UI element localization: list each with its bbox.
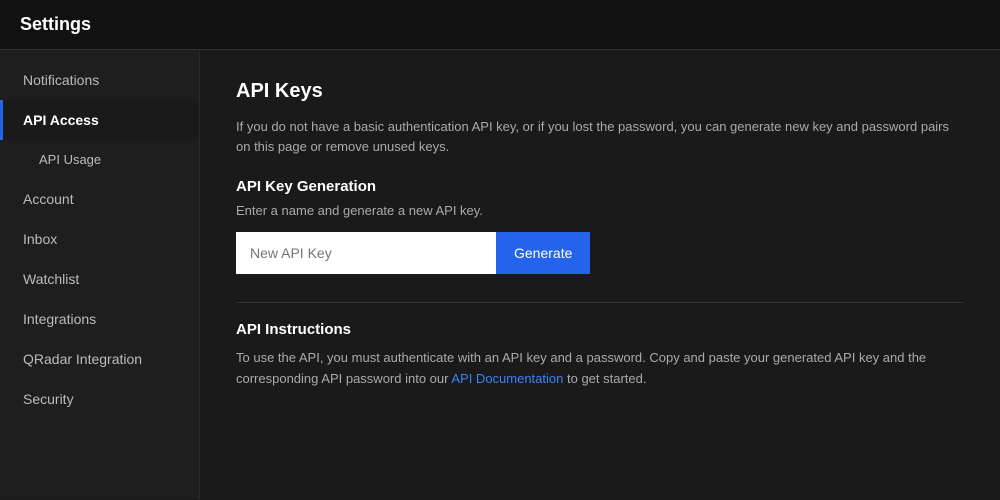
generate-button[interactable]: Generate bbox=[496, 232, 590, 274]
sidebar-item-api-access[interactable]: API Access bbox=[0, 100, 199, 140]
sidebar-item-integrations[interactable]: Integrations bbox=[0, 299, 199, 339]
sidebar-item-qradar-integration[interactable]: QRadar Integration bbox=[0, 339, 199, 379]
sidebar-item-account[interactable]: Account bbox=[0, 179, 199, 219]
main-layout: NotificationsAPI AccessAPI UsageAccountI… bbox=[0, 50, 1000, 499]
page-title: Settings bbox=[20, 14, 91, 34]
api-documentation-link[interactable]: API Documentation bbox=[451, 371, 563, 386]
api-instructions-text: To use the API, you must authenticate wi… bbox=[236, 348, 964, 390]
sidebar-item-notifications[interactable]: Notifications bbox=[0, 60, 199, 100]
api-keys-title: API Keys bbox=[236, 80, 964, 103]
divider bbox=[236, 302, 964, 303]
sidebar-item-watchlist[interactable]: Watchlist bbox=[0, 259, 199, 299]
api-key-generation-title: API Key Generation bbox=[236, 178, 964, 195]
api-key-generation-subtitle: Enter a name and generate a new API key. bbox=[236, 203, 964, 218]
sidebar: NotificationsAPI AccessAPI UsageAccountI… bbox=[0, 50, 200, 499]
sidebar-item-api-usage[interactable]: API Usage bbox=[0, 140, 199, 179]
instructions-text-after: to get started. bbox=[563, 371, 646, 386]
sidebar-item-inbox[interactable]: Inbox bbox=[0, 219, 199, 259]
new-api-key-input[interactable] bbox=[236, 232, 496, 274]
sidebar-item-security[interactable]: Security bbox=[0, 379, 199, 419]
api-key-input-row: Generate bbox=[236, 232, 964, 274]
api-keys-description: If you do not have a basic authenticatio… bbox=[236, 117, 964, 156]
api-instructions-title: API Instructions bbox=[236, 321, 964, 338]
main-content: API Keys If you do not have a basic auth… bbox=[200, 50, 1000, 499]
header: Settings bbox=[0, 0, 1000, 50]
